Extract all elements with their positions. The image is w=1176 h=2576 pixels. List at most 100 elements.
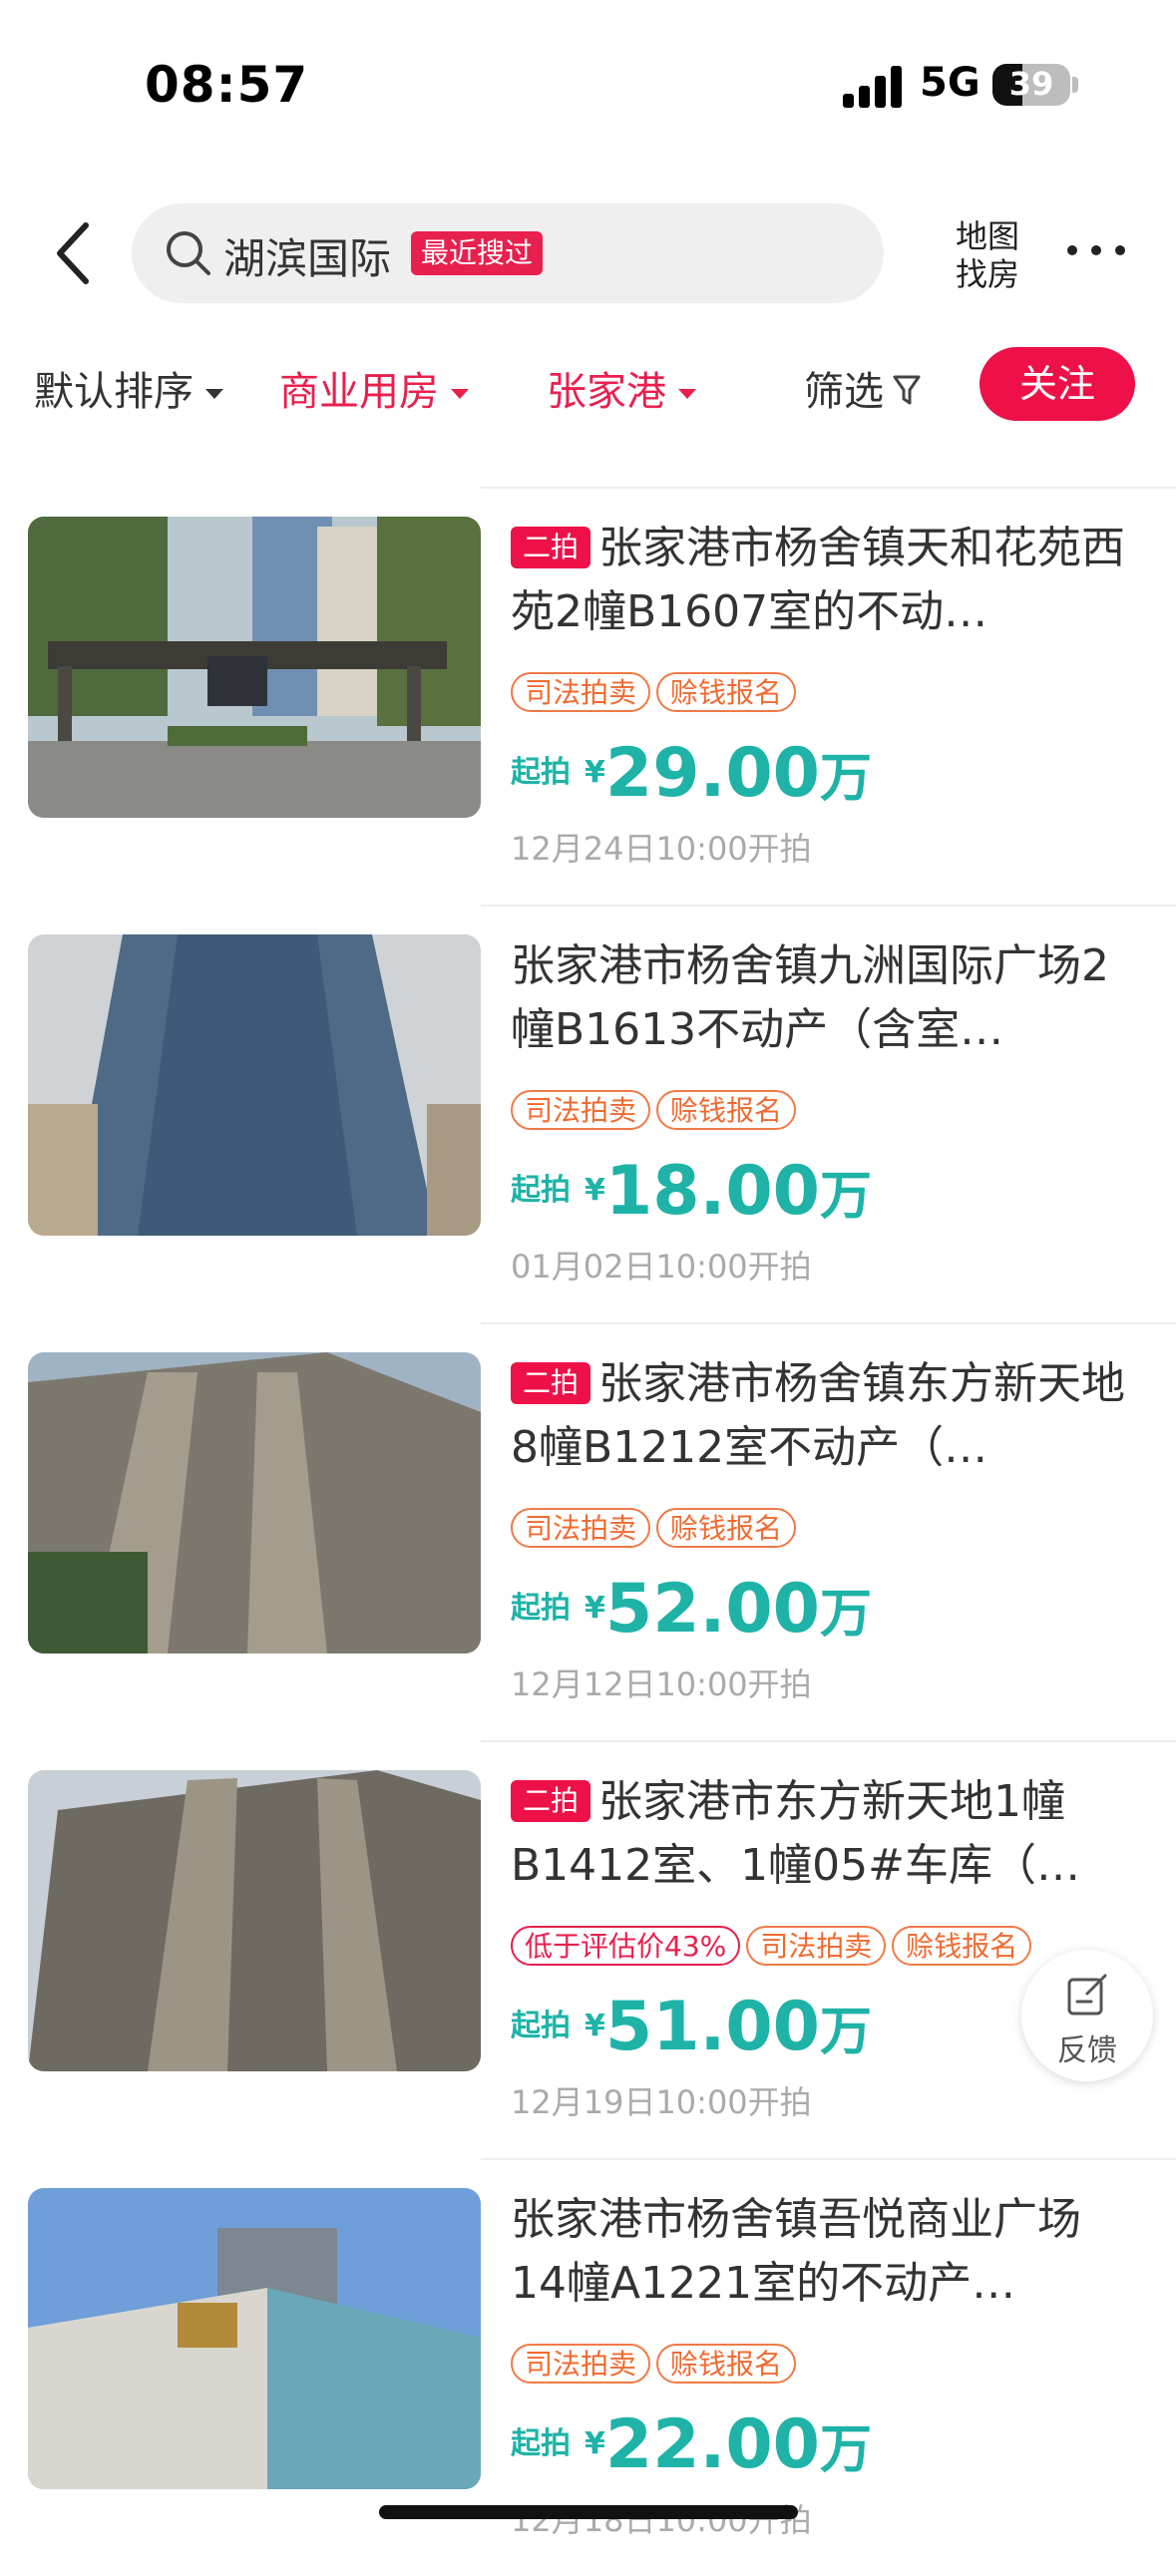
price-value: 52.00 bbox=[604, 1570, 820, 1649]
cellular-signal-icon bbox=[843, 64, 903, 108]
caret-down-icon bbox=[678, 389, 696, 399]
price-value: 22.00 bbox=[604, 2405, 820, 2484]
divider bbox=[481, 905, 1176, 907]
feedback-button[interactable]: 反馈 bbox=[1021, 1950, 1153, 2081]
tag-row: 司法拍卖 赊钱报名 bbox=[511, 2344, 802, 2384]
tag-row: 司法拍卖 赊钱报名 bbox=[511, 1090, 802, 1130]
search-icon bbox=[164, 228, 213, 278]
price-unit: 万 bbox=[819, 1167, 872, 1227]
tag-row: 司法拍卖 赊钱报名 bbox=[511, 672, 802, 712]
currency: ¥ bbox=[585, 755, 605, 790]
sort-label: 默认排序 bbox=[34, 369, 194, 415]
discount-tag: 低于评估价43% bbox=[511, 1926, 741, 1966]
listing-item[interactable]: 二拍 张家港市杨舍镇天和花苑西苑2幢B1607室的不动… 司法拍卖 赊钱报名 起拍 ¥… bbox=[0, 487, 1176, 905]
screen-filter-button[interactable]: 筛选 bbox=[804, 359, 922, 417]
price-unit: 万 bbox=[819, 2420, 872, 2480]
price-label: 起拍 bbox=[511, 755, 571, 790]
price-label: 起拍 bbox=[511, 1591, 571, 1626]
price-unit: 万 bbox=[819, 749, 872, 809]
map-label-line2: 找房 bbox=[955, 255, 1019, 293]
listing-photo bbox=[28, 2188, 481, 2489]
listing-photo bbox=[28, 934, 481, 1236]
area-dropdown[interactable]: 张家港 bbox=[547, 359, 696, 417]
listing-title: 二拍 张家港市杨舍镇天和花苑西苑2幢B1607室的不动… bbox=[511, 517, 1134, 644]
price-row: 起拍 ¥52.00万 bbox=[511, 1570, 872, 1649]
currency: ¥ bbox=[585, 1591, 605, 1626]
auction-date: 01月02日10:00开拍 bbox=[511, 1248, 812, 1286]
listing-photo bbox=[28, 1770, 481, 2071]
search-query: 湖滨国际 bbox=[223, 234, 392, 283]
price-unit: 万 bbox=[819, 1585, 872, 1645]
price-value: 51.00 bbox=[604, 1988, 820, 2066]
feedback-icon bbox=[1067, 1974, 1107, 2016]
listing-item[interactable]: 二拍 张家港市杨舍镇东方新天地8幢B1212室不动产（… 司法拍卖 赊钱报名 起拍 ¥… bbox=[0, 1322, 1176, 1740]
area-label: 张家港 bbox=[547, 369, 666, 415]
listing-title: 张家港市杨舍镇吾悦商业广场14幢A1221室的不动产… bbox=[511, 2188, 1134, 2316]
recent-search-badge: 最近搜过 bbox=[411, 231, 544, 275]
property-type-dropdown[interactable]: 商业用房 bbox=[279, 359, 469, 417]
price-row: 起拍 ¥22.00万 bbox=[511, 2405, 872, 2484]
battery-level: 39 bbox=[1008, 65, 1054, 103]
round-badge: 二拍 bbox=[511, 1362, 591, 1404]
auction-date: 12月24日10:00开拍 bbox=[511, 830, 812, 868]
title-text: 张家港市杨舍镇天和花苑西苑2幢B1607室的不动… bbox=[511, 523, 1126, 637]
feedback-label: 反馈 bbox=[1057, 2033, 1117, 2068]
listing-title: 二拍 张家港市东方新天地1幢B1412室、1幢05#车库（… bbox=[511, 1770, 1134, 1898]
status-bar: 08:57 5G 39 bbox=[0, 0, 1176, 150]
price-unit: 万 bbox=[819, 2003, 872, 2062]
tag: 赊钱报名 bbox=[656, 1508, 797, 1548]
price-label: 起拍 bbox=[511, 1173, 571, 1208]
network-type: 5G bbox=[920, 60, 980, 106]
tag: 司法拍卖 bbox=[511, 672, 651, 712]
tag: 司法拍卖 bbox=[511, 2344, 651, 2384]
divider bbox=[481, 487, 1176, 489]
sort-dropdown[interactable]: 默认排序 bbox=[34, 359, 223, 417]
price-value: 18.00 bbox=[604, 1152, 820, 1231]
battery-icon: 39 bbox=[992, 64, 1070, 106]
more-icon[interactable] bbox=[1067, 229, 1131, 269]
tag: 赊钱报名 bbox=[892, 1926, 1032, 1966]
title-text: 张家港市杨舍镇吾悦商业广场14幢A1221室的不动产… bbox=[511, 2194, 1081, 2309]
currency: ¥ bbox=[585, 2426, 605, 2461]
status-time: 08:57 bbox=[145, 56, 309, 114]
divider bbox=[481, 1322, 1176, 1324]
listing-photo bbox=[28, 517, 481, 818]
title-text: 张家港市东方新天地1幢B1412室、1幢05#车库（… bbox=[511, 1776, 1081, 1891]
tag-row: 低于评估价43% 司法拍卖 赊钱报名 bbox=[511, 1926, 1037, 1966]
listing-item[interactable]: 张家港市杨舍镇九洲国际广场2幢B1613不动产（含室… 司法拍卖 赊钱报名 起拍 ¥… bbox=[0, 905, 1176, 1322]
divider bbox=[481, 1740, 1176, 1742]
funnel-icon bbox=[892, 371, 922, 417]
map-search-button[interactable]: 地图 找房 bbox=[948, 217, 1027, 293]
map-label-line1: 地图 bbox=[955, 217, 1019, 255]
tag: 司法拍卖 bbox=[511, 1090, 651, 1130]
price-row: 起拍 ¥18.00万 bbox=[511, 1152, 872, 1231]
listing-photo bbox=[28, 1352, 481, 1654]
price-label: 起拍 bbox=[511, 2426, 571, 2461]
property-type-label: 商业用房 bbox=[279, 369, 439, 415]
listing-title: 二拍 张家港市杨舍镇东方新天地8幢B1212室不动产（… bbox=[511, 1352, 1134, 1480]
auction-date: 12月19日10:00开拍 bbox=[511, 2083, 812, 2121]
search-bar[interactable]: 湖滨国际 最近搜过 bbox=[132, 203, 884, 303]
tag: 司法拍卖 bbox=[511, 1508, 651, 1548]
caret-down-icon bbox=[451, 389, 469, 399]
follow-button[interactable]: 关注 bbox=[980, 347, 1135, 421]
tag: 赊钱报名 bbox=[656, 672, 797, 712]
round-badge: 二拍 bbox=[511, 1780, 591, 1822]
screen-label: 筛选 bbox=[804, 369, 884, 415]
currency: ¥ bbox=[585, 2009, 605, 2043]
tag-row: 司法拍卖 赊钱报名 bbox=[511, 1508, 802, 1548]
title-text: 张家港市杨舍镇九洲国际广场2幢B1613不动产（含室… bbox=[511, 940, 1109, 1055]
listing-item[interactable]: 二拍 张家港市东方新天地1幢B1412室、1幢05#车库（… 低于评估价43% 司法… bbox=[0, 1740, 1176, 2158]
divider bbox=[481, 2158, 1176, 2160]
tag: 赊钱报名 bbox=[656, 1090, 797, 1130]
back-button[interactable] bbox=[48, 215, 104, 291]
price-row: 起拍 ¥29.00万 bbox=[511, 734, 872, 813]
price-value: 29.00 bbox=[604, 734, 820, 813]
auction-date: 12月12日10:00开拍 bbox=[511, 1665, 812, 1703]
caret-down-icon bbox=[205, 389, 223, 399]
currency: ¥ bbox=[585, 1173, 605, 1208]
listing-title: 张家港市杨舍镇九洲国际广场2幢B1613不动产（含室… bbox=[511, 934, 1134, 1062]
tag: 赊钱报名 bbox=[656, 2344, 797, 2384]
price-row: 起拍 ¥51.00万 bbox=[511, 1988, 872, 2066]
title-text: 张家港市杨舍镇东方新天地8幢B1212室不动产（… bbox=[511, 1358, 1126, 1473]
